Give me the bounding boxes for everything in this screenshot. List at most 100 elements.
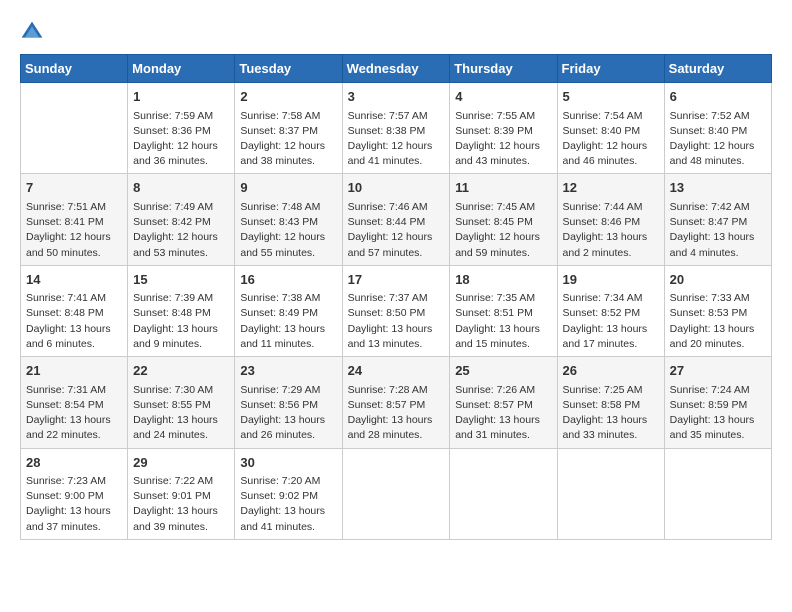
day-number: 25 (455, 361, 551, 381)
day-number: 18 (455, 270, 551, 290)
day-number: 11 (455, 178, 551, 198)
cell-content: Sunrise: 7:20 AMSunset: 9:02 PMDaylight:… (240, 474, 336, 535)
day-number: 10 (348, 178, 445, 198)
calendar-cell: 2Sunrise: 7:58 AMSunset: 8:37 PMDaylight… (235, 83, 342, 174)
calendar-table: SundayMondayTuesdayWednesdayThursdayFrid… (20, 54, 772, 540)
cell-content: Sunrise: 7:48 AMSunset: 8:43 PMDaylight:… (240, 200, 336, 261)
day-number: 21 (26, 361, 122, 381)
calendar-cell (557, 448, 664, 539)
calendar-cell: 5Sunrise: 7:54 AMSunset: 8:40 PMDaylight… (557, 83, 664, 174)
day-number: 19 (563, 270, 659, 290)
calendar-cell: 18Sunrise: 7:35 AMSunset: 8:51 PMDayligh… (450, 265, 557, 356)
logo-icon (20, 20, 44, 44)
day-number: 20 (670, 270, 766, 290)
calendar-cell (342, 448, 450, 539)
cell-content: Sunrise: 7:45 AMSunset: 8:45 PMDaylight:… (455, 200, 551, 261)
cell-content: Sunrise: 7:57 AMSunset: 8:38 PMDaylight:… (348, 109, 445, 170)
calendar-cell: 19Sunrise: 7:34 AMSunset: 8:52 PMDayligh… (557, 265, 664, 356)
cell-content: Sunrise: 7:44 AMSunset: 8:46 PMDaylight:… (563, 200, 659, 261)
day-number: 13 (670, 178, 766, 198)
days-header-row: SundayMondayTuesdayWednesdayThursdayFrid… (21, 55, 772, 83)
calendar-cell: 6Sunrise: 7:52 AMSunset: 8:40 PMDaylight… (664, 83, 771, 174)
calendar-cell: 21Sunrise: 7:31 AMSunset: 8:54 PMDayligh… (21, 357, 128, 448)
cell-content: Sunrise: 7:28 AMSunset: 8:57 PMDaylight:… (348, 383, 445, 444)
calendar-cell: 25Sunrise: 7:26 AMSunset: 8:57 PMDayligh… (450, 357, 557, 448)
cell-content: Sunrise: 7:30 AMSunset: 8:55 PMDaylight:… (133, 383, 229, 444)
day-number: 2 (240, 87, 336, 107)
cell-content: Sunrise: 7:25 AMSunset: 8:58 PMDaylight:… (563, 383, 659, 444)
day-number: 12 (563, 178, 659, 198)
calendar-cell: 1Sunrise: 7:59 AMSunset: 8:36 PMDaylight… (128, 83, 235, 174)
cell-content: Sunrise: 7:38 AMSunset: 8:49 PMDaylight:… (240, 291, 336, 352)
day-number: 8 (133, 178, 229, 198)
week-row-4: 21Sunrise: 7:31 AMSunset: 8:54 PMDayligh… (21, 357, 772, 448)
day-header-wednesday: Wednesday (342, 55, 450, 83)
cell-content: Sunrise: 7:26 AMSunset: 8:57 PMDaylight:… (455, 383, 551, 444)
day-number: 17 (348, 270, 445, 290)
calendar-cell: 28Sunrise: 7:23 AMSunset: 9:00 PMDayligh… (21, 448, 128, 539)
day-number: 9 (240, 178, 336, 198)
calendar-cell (450, 448, 557, 539)
calendar-cell: 26Sunrise: 7:25 AMSunset: 8:58 PMDayligh… (557, 357, 664, 448)
day-number: 14 (26, 270, 122, 290)
cell-content: Sunrise: 7:41 AMSunset: 8:48 PMDaylight:… (26, 291, 122, 352)
day-number: 4 (455, 87, 551, 107)
day-header-friday: Friday (557, 55, 664, 83)
calendar-cell: 9Sunrise: 7:48 AMSunset: 8:43 PMDaylight… (235, 174, 342, 265)
day-header-tuesday: Tuesday (235, 55, 342, 83)
week-row-5: 28Sunrise: 7:23 AMSunset: 9:00 PMDayligh… (21, 448, 772, 539)
calendar-cell: 22Sunrise: 7:30 AMSunset: 8:55 PMDayligh… (128, 357, 235, 448)
day-number: 29 (133, 453, 229, 473)
calendar-cell (664, 448, 771, 539)
calendar-cell: 14Sunrise: 7:41 AMSunset: 8:48 PMDayligh… (21, 265, 128, 356)
calendar-cell (21, 83, 128, 174)
day-number: 27 (670, 361, 766, 381)
calendar-cell: 23Sunrise: 7:29 AMSunset: 8:56 PMDayligh… (235, 357, 342, 448)
calendar-cell: 30Sunrise: 7:20 AMSunset: 9:02 PMDayligh… (235, 448, 342, 539)
day-header-sunday: Sunday (21, 55, 128, 83)
day-number: 1 (133, 87, 229, 107)
calendar-cell: 4Sunrise: 7:55 AMSunset: 8:39 PMDaylight… (450, 83, 557, 174)
calendar-cell: 12Sunrise: 7:44 AMSunset: 8:46 PMDayligh… (557, 174, 664, 265)
calendar-cell: 7Sunrise: 7:51 AMSunset: 8:41 PMDaylight… (21, 174, 128, 265)
calendar-cell: 16Sunrise: 7:38 AMSunset: 8:49 PMDayligh… (235, 265, 342, 356)
cell-content: Sunrise: 7:34 AMSunset: 8:52 PMDaylight:… (563, 291, 659, 352)
cell-content: Sunrise: 7:23 AMSunset: 9:00 PMDaylight:… (26, 474, 122, 535)
calendar-cell: 29Sunrise: 7:22 AMSunset: 9:01 PMDayligh… (128, 448, 235, 539)
cell-content: Sunrise: 7:46 AMSunset: 8:44 PMDaylight:… (348, 200, 445, 261)
header (20, 20, 772, 44)
calendar-cell: 17Sunrise: 7:37 AMSunset: 8:50 PMDayligh… (342, 265, 450, 356)
cell-content: Sunrise: 7:31 AMSunset: 8:54 PMDaylight:… (26, 383, 122, 444)
cell-content: Sunrise: 7:59 AMSunset: 8:36 PMDaylight:… (133, 109, 229, 170)
calendar-cell: 3Sunrise: 7:57 AMSunset: 8:38 PMDaylight… (342, 83, 450, 174)
day-number: 15 (133, 270, 229, 290)
cell-content: Sunrise: 7:33 AMSunset: 8:53 PMDaylight:… (670, 291, 766, 352)
cell-content: Sunrise: 7:52 AMSunset: 8:40 PMDaylight:… (670, 109, 766, 170)
cell-content: Sunrise: 7:24 AMSunset: 8:59 PMDaylight:… (670, 383, 766, 444)
cell-content: Sunrise: 7:37 AMSunset: 8:50 PMDaylight:… (348, 291, 445, 352)
day-number: 6 (670, 87, 766, 107)
day-header-saturday: Saturday (664, 55, 771, 83)
day-number: 3 (348, 87, 445, 107)
week-row-1: 1Sunrise: 7:59 AMSunset: 8:36 PMDaylight… (21, 83, 772, 174)
day-number: 24 (348, 361, 445, 381)
day-number: 26 (563, 361, 659, 381)
calendar-cell: 11Sunrise: 7:45 AMSunset: 8:45 PMDayligh… (450, 174, 557, 265)
day-number: 7 (26, 178, 122, 198)
calendar-cell: 13Sunrise: 7:42 AMSunset: 8:47 PMDayligh… (664, 174, 771, 265)
week-row-2: 7Sunrise: 7:51 AMSunset: 8:41 PMDaylight… (21, 174, 772, 265)
cell-content: Sunrise: 7:58 AMSunset: 8:37 PMDaylight:… (240, 109, 336, 170)
cell-content: Sunrise: 7:39 AMSunset: 8:48 PMDaylight:… (133, 291, 229, 352)
day-number: 16 (240, 270, 336, 290)
day-number: 28 (26, 453, 122, 473)
calendar-cell: 20Sunrise: 7:33 AMSunset: 8:53 PMDayligh… (664, 265, 771, 356)
cell-content: Sunrise: 7:54 AMSunset: 8:40 PMDaylight:… (563, 109, 659, 170)
cell-content: Sunrise: 7:42 AMSunset: 8:47 PMDaylight:… (670, 200, 766, 261)
calendar-cell: 8Sunrise: 7:49 AMSunset: 8:42 PMDaylight… (128, 174, 235, 265)
calendar-cell: 24Sunrise: 7:28 AMSunset: 8:57 PMDayligh… (342, 357, 450, 448)
cell-content: Sunrise: 7:49 AMSunset: 8:42 PMDaylight:… (133, 200, 229, 261)
day-header-thursday: Thursday (450, 55, 557, 83)
week-row-3: 14Sunrise: 7:41 AMSunset: 8:48 PMDayligh… (21, 265, 772, 356)
cell-content: Sunrise: 7:22 AMSunset: 9:01 PMDaylight:… (133, 474, 229, 535)
logo (20, 20, 48, 44)
